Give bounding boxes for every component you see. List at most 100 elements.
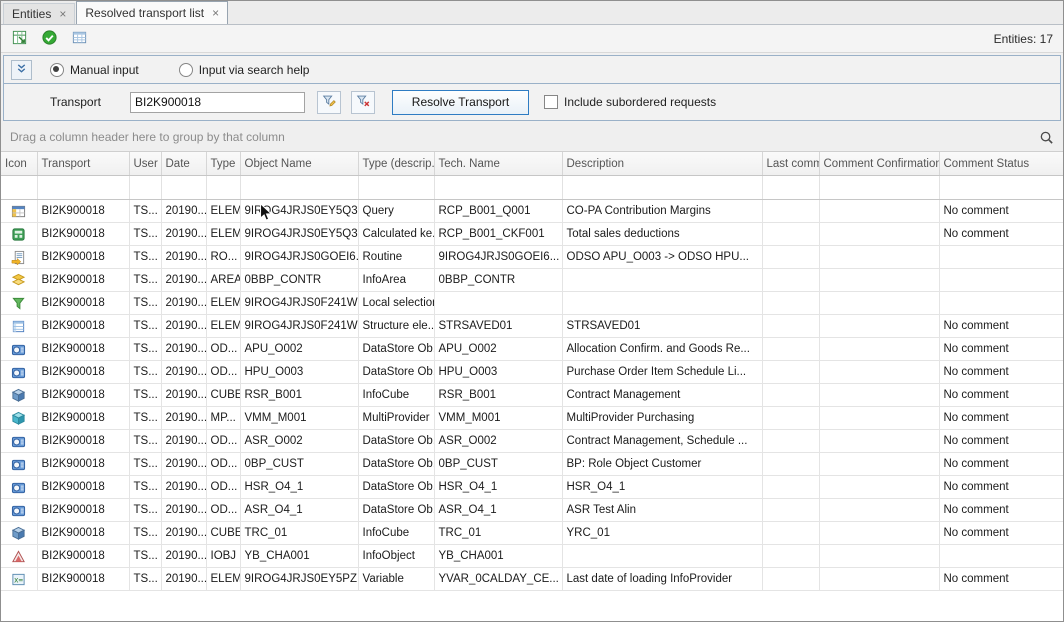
column-header-type[interactable]: Type bbox=[206, 152, 240, 176]
cell-comment-confirmation bbox=[819, 545, 939, 568]
cell-last-comment bbox=[762, 200, 819, 223]
export-grid-button[interactable] bbox=[7, 27, 32, 50]
filter-cell[interactable] bbox=[1, 176, 37, 200]
filter-cell[interactable] bbox=[37, 176, 129, 200]
cell-description: CO-PA Contribution Margins bbox=[562, 200, 762, 223]
cell-user: TS... bbox=[129, 545, 161, 568]
filter-cell[interactable] bbox=[819, 176, 939, 200]
cell-transport: BI2K900018 bbox=[37, 453, 129, 476]
table-row[interactable]: BI2K900018TS...20190...ELEM9IROG4JRJS0F2… bbox=[1, 292, 1063, 315]
filter-clear-button[interactable] bbox=[351, 91, 375, 114]
cell-comment-confirmation bbox=[819, 292, 939, 315]
table-row[interactable]: BI2K900018TS...20190...OD...APU_O002Data… bbox=[1, 338, 1063, 361]
resolve-transport-button[interactable]: Resolve Transport bbox=[392, 90, 529, 115]
cell-description: Contract Management bbox=[562, 384, 762, 407]
filter-cell[interactable] bbox=[434, 176, 562, 200]
grid-view-button[interactable] bbox=[67, 27, 92, 50]
cell-description: MultiProvider Purchasing bbox=[562, 407, 762, 430]
calc-keyfigure-icon bbox=[1, 223, 37, 246]
filter-cell[interactable] bbox=[762, 176, 819, 200]
collapse-panel-button[interactable] bbox=[11, 60, 32, 80]
group-by-panel[interactable]: Drag a column header here to group by th… bbox=[1, 123, 1063, 152]
infocube-icon bbox=[1, 522, 37, 545]
close-tab-icon[interactable]: × bbox=[59, 8, 66, 20]
cell-comment-status: No comment bbox=[939, 384, 1063, 407]
table-row[interactable]: BI2K900018TS...20190...AREA0BBP_CONTRInf… bbox=[1, 269, 1063, 292]
cell-user: TS... bbox=[129, 568, 161, 591]
column-header-date[interactable]: Date bbox=[161, 152, 206, 176]
cell-comment-status bbox=[939, 269, 1063, 292]
radio-label: Input via search help bbox=[199, 63, 310, 77]
filter-cell[interactable] bbox=[358, 176, 434, 200]
include-subordered-checkbox[interactable]: Include subordered requests bbox=[544, 95, 716, 109]
table-row[interactable]: BI2K900018TS...20190...OD...HPU_O003Data… bbox=[1, 361, 1063, 384]
cell-comment-confirmation bbox=[819, 430, 939, 453]
cell-user: TS... bbox=[129, 522, 161, 545]
table-row[interactable]: BI2K900018TS...20190...OD...ASR_O002Data… bbox=[1, 430, 1063, 453]
cell-date: 20190... bbox=[161, 407, 206, 430]
cell-type-desc: MultiProvider bbox=[358, 407, 434, 430]
confirm-button[interactable] bbox=[37, 27, 62, 50]
cell-date: 20190... bbox=[161, 292, 206, 315]
cell-last-comment bbox=[762, 338, 819, 361]
cell-transport: BI2K900018 bbox=[37, 269, 129, 292]
close-tab-icon[interactable]: × bbox=[212, 7, 219, 19]
cell-comment-confirmation bbox=[819, 315, 939, 338]
data-grid: IconTransportUserDateTypeObject NameType… bbox=[1, 152, 1063, 621]
cell-user: TS... bbox=[129, 361, 161, 384]
tab-entities[interactable]: Entities × bbox=[3, 3, 75, 24]
table-row[interactable]: BI2K900018TS...20190...CUBETRC_01InfoCub… bbox=[1, 522, 1063, 545]
column-header-icon[interactable]: Icon bbox=[1, 152, 37, 176]
filter-edit-button[interactable] bbox=[317, 91, 341, 114]
cell-comment-status: No comment bbox=[939, 407, 1063, 430]
search-icon[interactable] bbox=[1039, 130, 1054, 145]
cell-last-comment bbox=[762, 499, 819, 522]
cell-transport: BI2K900018 bbox=[37, 384, 129, 407]
cell-comment-confirmation bbox=[819, 407, 939, 430]
filter-cell[interactable] bbox=[129, 176, 161, 200]
column-header-object-name[interactable]: Object Name bbox=[240, 152, 358, 176]
filter-cell[interactable] bbox=[939, 176, 1063, 200]
cell-date: 20190... bbox=[161, 200, 206, 223]
table-row[interactable]: BI2K900018TS...20190...RO...9IROG4JRJS0G… bbox=[1, 246, 1063, 269]
tab-label: Entities bbox=[12, 7, 51, 21]
column-header-type-descrip[interactable]: Type (descrip... bbox=[358, 152, 434, 176]
filter-cell[interactable] bbox=[161, 176, 206, 200]
cell-tech-name: RSR_B001 bbox=[434, 384, 562, 407]
filter-cell[interactable] bbox=[240, 176, 358, 200]
column-header-comment-confirmation[interactable]: Comment Confirmation bbox=[819, 152, 939, 176]
table-row[interactable]: BI2K900018TS...20190...CUBERSR_B001InfoC… bbox=[1, 384, 1063, 407]
column-header-last-commenti[interactable]: Last commenti... bbox=[762, 152, 819, 176]
column-header-description[interactable]: Description bbox=[562, 152, 762, 176]
grid-table: IconTransportUserDateTypeObject NameType… bbox=[1, 152, 1063, 591]
cell-type: OD... bbox=[206, 430, 240, 453]
table-row[interactable]: x=BI2K900018TS...20190...ELEM9IROG4JRJS0… bbox=[1, 568, 1063, 591]
radio-manual-input[interactable]: Manual input bbox=[50, 63, 139, 77]
column-header-transport[interactable]: Transport bbox=[37, 152, 129, 176]
column-header-user[interactable]: User bbox=[129, 152, 161, 176]
table-row[interactable]: BI2K900018TS...20190...OD...ASR_O4_1Data… bbox=[1, 499, 1063, 522]
cell-user: TS... bbox=[129, 338, 161, 361]
cell-type-desc: DataStore Ob... bbox=[358, 499, 434, 522]
table-row[interactable]: BI2K900018TS...20190...OD...0BP_CUSTData… bbox=[1, 453, 1063, 476]
cell-date: 20190... bbox=[161, 223, 206, 246]
cell-transport: BI2K900018 bbox=[37, 223, 129, 246]
cell-date: 20190... bbox=[161, 315, 206, 338]
table-row[interactable]: BI2K900018TS...20190...IOBJYB_CHA001Info… bbox=[1, 545, 1063, 568]
table-row[interactable]: BI2K900018TS...20190...ELEM9IROG4JRJS0F2… bbox=[1, 315, 1063, 338]
filter-cell[interactable] bbox=[562, 176, 762, 200]
table-row[interactable]: BI2K900018TS...20190...MP...VMM_M001Mult… bbox=[1, 407, 1063, 430]
filter-cell[interactable] bbox=[206, 176, 240, 200]
cell-object-name: APU_O002 bbox=[240, 338, 358, 361]
cell-type-desc: DataStore Ob... bbox=[358, 453, 434, 476]
transport-input[interactable] bbox=[130, 92, 305, 113]
cell-last-comment bbox=[762, 315, 819, 338]
table-row[interactable]: BI2K900018TS...20190...ELEM9IROG4JRJS0EY… bbox=[1, 200, 1063, 223]
radio-input-via-search-help[interactable]: Input via search help bbox=[179, 63, 310, 77]
table-row[interactable]: BI2K900018TS...20190...OD...HSR_O4_1Data… bbox=[1, 476, 1063, 499]
table-row[interactable]: BI2K900018TS...20190...ELEM9IROG4JRJS0EY… bbox=[1, 223, 1063, 246]
column-header-tech-name[interactable]: Tech. Name bbox=[434, 152, 562, 176]
column-header-comment-status[interactable]: Comment Status bbox=[939, 152, 1063, 176]
cell-object-name: RSR_B001 bbox=[240, 384, 358, 407]
tab-resolved-transport-list[interactable]: Resolved transport list× bbox=[76, 1, 228, 24]
